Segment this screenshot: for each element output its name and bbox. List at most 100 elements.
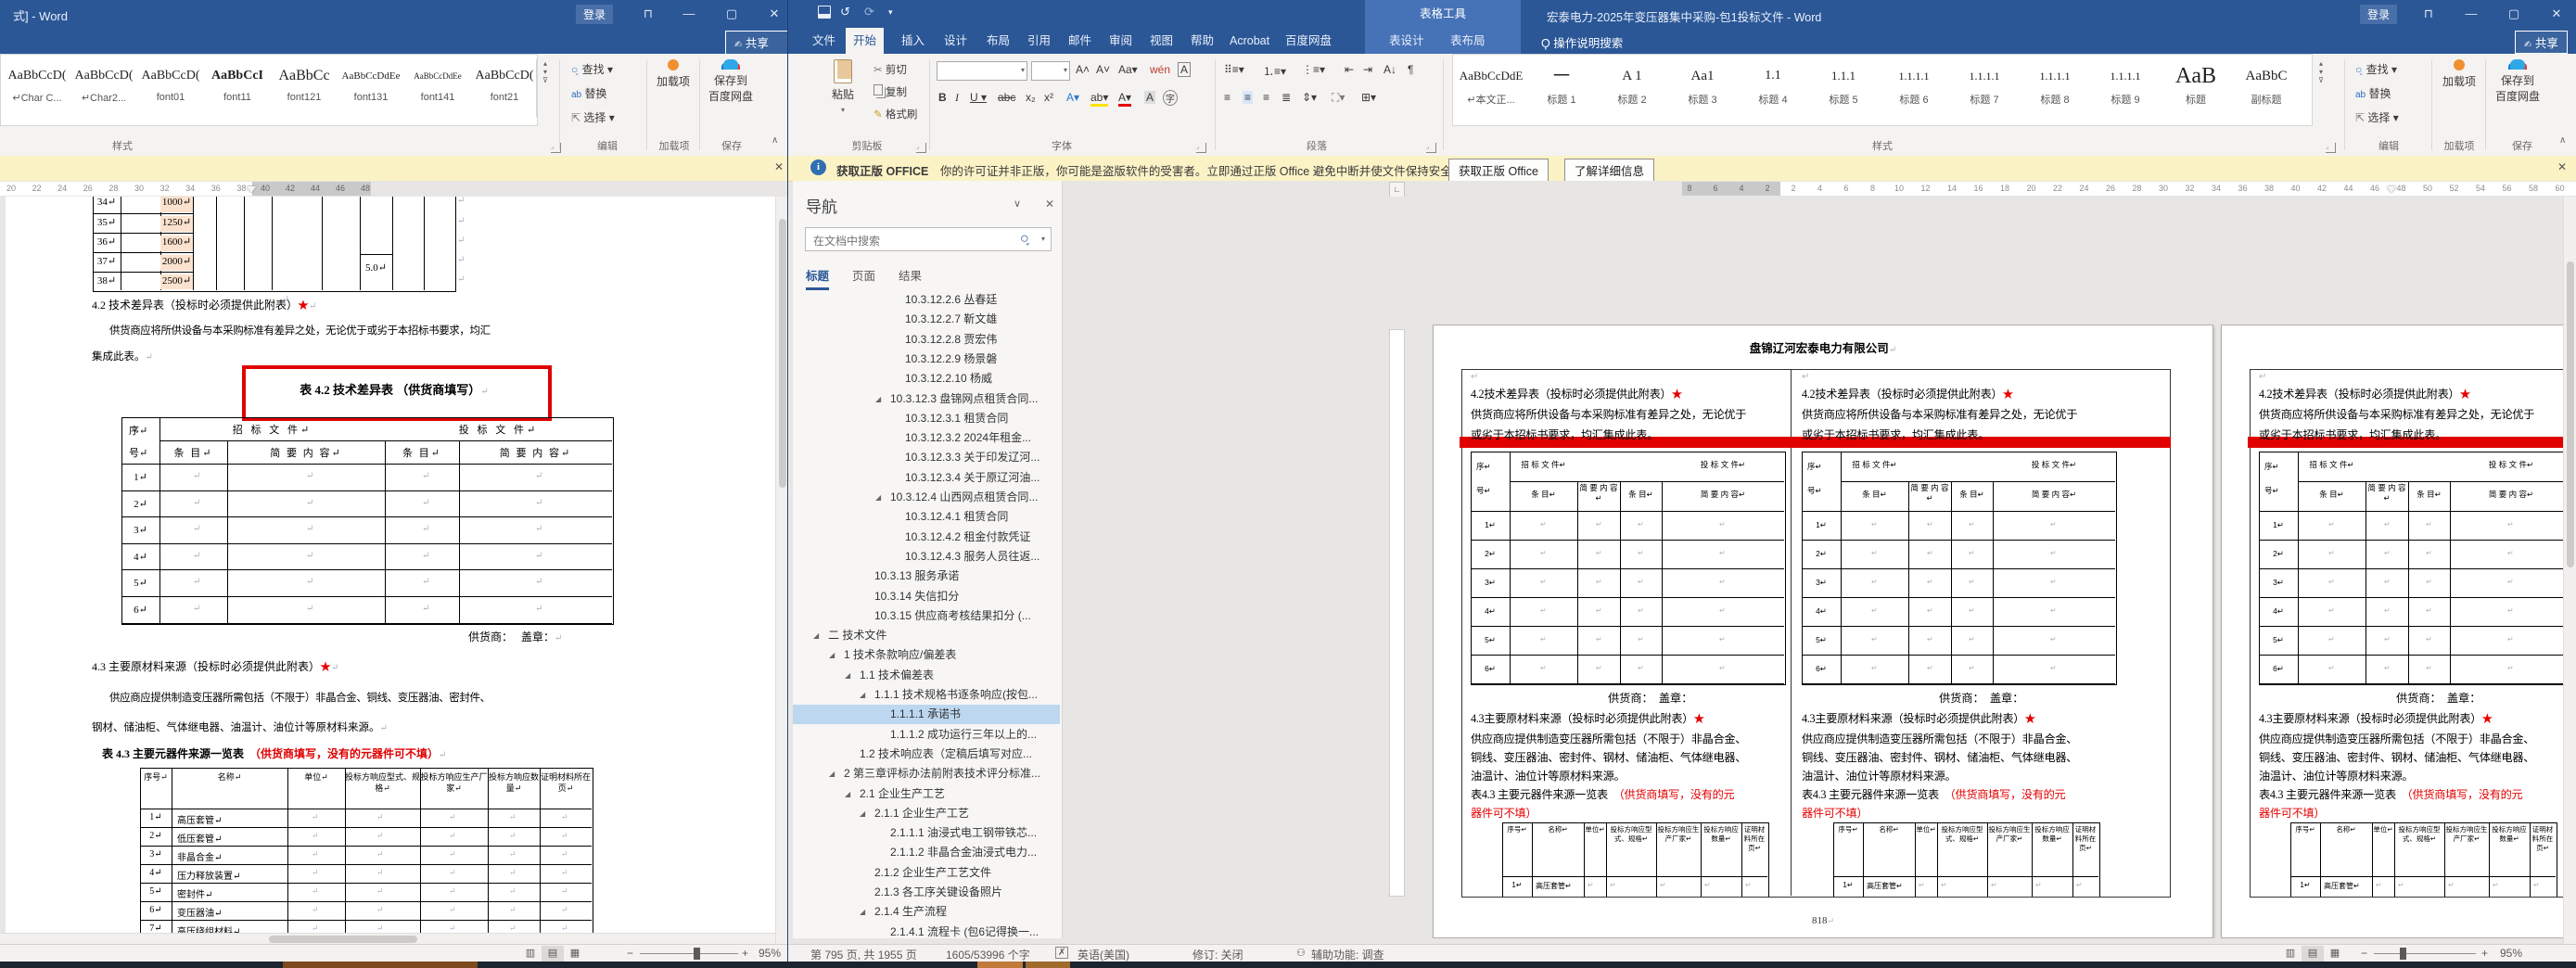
increase-indent-icon[interactable]: ⇥: [1363, 63, 1372, 76]
shrink-font-icon[interactable]: A˅: [1096, 63, 1110, 76]
left-style-gallery-scroll[interactable]: ▴ ▾ ⊽: [536, 59, 554, 117]
phonetic-guide-icon[interactable]: wén: [1150, 63, 1170, 76]
get-genuine-office-button[interactable]: 获取正版 Office: [1448, 159, 1549, 182]
nav-item[interactable]: 10.3.12.4.2 租金付款凭证: [793, 528, 1060, 547]
expand-arrow-icon[interactable]: ◢: [875, 389, 881, 409]
tab-邮件[interactable]: 邮件: [1061, 28, 1099, 54]
nav-item[interactable]: ◢ 2.1 企业生产工艺: [793, 784, 1060, 804]
expand-arrow-icon[interactable]: ◢: [860, 902, 865, 922]
proofing-icon[interactable]: ✗: [1055, 947, 1069, 959]
tab-selector[interactable]: ∟: [1389, 182, 1405, 197]
nav-item[interactable]: 1.2 技术响应表（定稿后填写对应...: [793, 745, 1060, 764]
right-select-button[interactable]: ⇱ 选择 ▾: [2355, 109, 2399, 125]
right-share-button[interactable]: ✍ 共享: [2515, 31, 2568, 54]
expand-arrow-icon[interactable]: ◢: [829, 764, 835, 783]
right-indent-marker[interactable]: [2387, 186, 2396, 193]
right-zoom-out-icon[interactable]: −: [2361, 947, 2367, 960]
style-gallery-item[interactable]: 1.1.1.1 标题 8: [2021, 60, 2089, 118]
multilevel-list-icon[interactable]: ⋮≡▾: [1302, 63, 1325, 76]
expand-arrow-icon[interactable]: ◢: [845, 666, 850, 685]
tab-百度网盘[interactable]: 百度网盘: [1278, 28, 1339, 54]
tab-表设计[interactable]: 表设计: [1382, 28, 1432, 54]
nav-item[interactable]: 10.3.14 失信扣分: [793, 587, 1060, 606]
save-icon[interactable]: [818, 6, 831, 19]
nav-item[interactable]: 10.3.12.2.7 靳文雄: [793, 310, 1060, 329]
shading-icon[interactable]: ⛶▾: [1332, 91, 1345, 105]
redo-icon[interactable]: ⟳: [864, 5, 874, 19]
left-zoom-level[interactable]: 95%: [759, 947, 781, 960]
underline-icon[interactable]: U ▾: [970, 91, 987, 104]
web-layout-icon[interactable]: ▦: [2324, 946, 2346, 962]
align-right-icon[interactable]: ≡: [1263, 91, 1269, 104]
decrease-indent-icon[interactable]: ⇤: [1345, 63, 1354, 76]
expand-arrow-icon[interactable]: ◢: [860, 685, 865, 705]
left-table-4-3[interactable]: 序号↵ 名称↵ 单位↵ 投标方响应型式、规格↵ 投标方响应生产厂家↵ 投标方响应数量↵ 证明…: [140, 768, 593, 933]
bullets-icon[interactable]: ⠿≡▾: [1224, 63, 1244, 76]
nav-item[interactable]: ◢ 10.3.12.3 盘锦网点租赁合同...: [793, 389, 1060, 409]
nav-tab-results[interactable]: 结果: [899, 266, 922, 284]
nav-item[interactable]: 2.1.4.1 流程卡 (包6记得换一...: [793, 923, 1060, 938]
font-dialog-launcher[interactable]: ⌟: [1196, 143, 1206, 153]
left-zoom-slider[interactable]: [694, 948, 700, 960]
tab-帮助[interactable]: 帮助: [1183, 28, 1221, 54]
tab-审阅[interactable]: 审阅: [1102, 28, 1140, 54]
expand-arrow-icon[interactable]: ◢: [829, 645, 835, 665]
nav-item[interactable]: ◢ 二 技术文件: [793, 626, 1060, 645]
style-gallery-item[interactable]: 1.1.1.1 标题 6: [1880, 60, 1948, 118]
nav-item[interactable]: 10.3.15 供应商考核结果扣分 (...: [793, 606, 1060, 626]
read-mode-icon[interactable]: ▥: [2279, 946, 2302, 962]
style-gallery-item[interactable]: AaBbCcDdEe font131: [338, 60, 403, 118]
search-icon[interactable]: ○˯: [1020, 231, 1030, 248]
right-restore-button[interactable]: ▢: [2498, 0, 2530, 28]
nav-options-icon[interactable]: ∨: [1014, 197, 1021, 210]
font-color-icon[interactable]: A▾: [1118, 91, 1132, 107]
left-select-button[interactable]: ⇱ 选择 ▾: [571, 109, 615, 125]
tab-Acrobat[interactable]: Acrobat: [1222, 28, 1277, 54]
accessibility-indicator[interactable]: 辅助功能: 调查: [1311, 947, 1384, 962]
show-marks-icon[interactable]: ¶: [1408, 63, 1413, 76]
left-document-area[interactable]: 34↵ 35↵ 36↵ 37↵ 38↵ 1000↵ 1250↵ 1600↵ 2000↵ 2500↵…: [0, 197, 775, 933]
tab-设计[interactable]: 设计: [937, 28, 975, 54]
read-mode-icon[interactable]: ▥: [519, 946, 542, 962]
left-close-button[interactable]: ✕: [759, 0, 790, 28]
word-count[interactable]: 1605/53996 个字: [946, 947, 1030, 962]
document-page-1[interactable]: 盘锦辽河宏泰电力有限公司↵ 818↵ ↵ 4.2技术差异表（投标时必须提供此附表）…: [1433, 325, 2213, 938]
nav-item[interactable]: 10.3.12.2.9 杨景磐: [793, 350, 1060, 369]
style-gallery-item[interactable]: A 1 标题 2: [1598, 60, 1666, 118]
align-left-icon[interactable]: ≡: [1224, 91, 1231, 104]
style-gallery-item[interactable]: Aa1 标题 3: [1668, 60, 1737, 118]
right-find-button[interactable]: ○˯ 查找 ▾: [2355, 61, 2397, 77]
right-document-area[interactable]: 盘锦辽河宏泰电力有限公司↵ 818↵ ↵ 4.2技术差异表（投标时必须提供此附表）…: [1063, 197, 2563, 938]
bold-icon[interactable]: B: [938, 91, 947, 104]
left-top-table[interactable]: 34↵ 35↵ 36↵ 37↵ 38↵ 1000↵ 1250↵ 1600↵ 2000↵ 2500↵…: [93, 197, 465, 292]
left-titlebar[interactable]: 式] - Word 登录 ⊓ — ▢ ✕: [0, 0, 788, 28]
taskbar-app-segment[interactable]: [283, 962, 478, 968]
nav-item[interactable]: 2.1.3 各工序关键设备照片: [793, 883, 1060, 902]
right-style-gallery-scroll[interactable]: ▴ ▾ ⊽: [2312, 59, 2329, 117]
style-gallery-item[interactable]: AaBbCcI font11: [205, 60, 270, 118]
nav-item[interactable]: 10.3.12.2.10 杨威: [793, 369, 1060, 388]
copy-button[interactable]: 复制: [874, 84, 907, 99]
nav-tab-headings[interactable]: 标题: [806, 266, 830, 290]
left-restore-button[interactable]: ▢: [716, 0, 747, 28]
right-vertical-scrollbar[interactable]: [2563, 197, 2576, 944]
right-collapse-ribbon-icon[interactable]: ∧: [2559, 135, 2566, 146]
left-zoom-out-icon[interactable]: −: [627, 947, 633, 960]
left-minimize-button[interactable]: —: [673, 0, 705, 28]
character-shading-icon[interactable]: A: [1144, 91, 1156, 104]
tellme-button[interactable]: Ϙ 操作说明搜索: [1541, 33, 1623, 51]
learn-more-button[interactable]: 了解详细信息: [1564, 159, 1655, 182]
highlight-color-icon[interactable]: ab▾: [1090, 91, 1109, 107]
qat-dropdown-icon[interactable]: ▾: [888, 7, 893, 18]
right-zoom-level[interactable]: 95%: [2500, 947, 2522, 960]
left-style-gallery[interactable]: AaBbCcD(↵Char C... AaBbCcD(↵Char2... AaBbC…: [0, 54, 538, 126]
nav-item[interactable]: 2.1.1.1 油浸式电工钢带铁芯...: [793, 823, 1060, 843]
italic-icon[interactable]: I: [955, 91, 959, 105]
format-painter-button[interactable]: ✎ 格式刷: [874, 107, 917, 121]
nav-item[interactable]: 10.3.12.4.3 服务人员往返...: [793, 547, 1060, 567]
right-addins-button[interactable]: 加载项: [2435, 59, 2483, 89]
expand-arrow-icon[interactable]: ◢: [875, 488, 881, 507]
expand-arrow-icon[interactable]: ◢: [845, 784, 850, 804]
borders-icon[interactable]: ⊞▾: [1361, 91, 1376, 104]
mini-table-4-2[interactable]: 序↵ 号↵ 招 标 文 件↵ 投 标 文 件↵ 条 目↵ 简 要 内 容↵ 条 目↵ 简 要 …: [1802, 452, 2117, 685]
